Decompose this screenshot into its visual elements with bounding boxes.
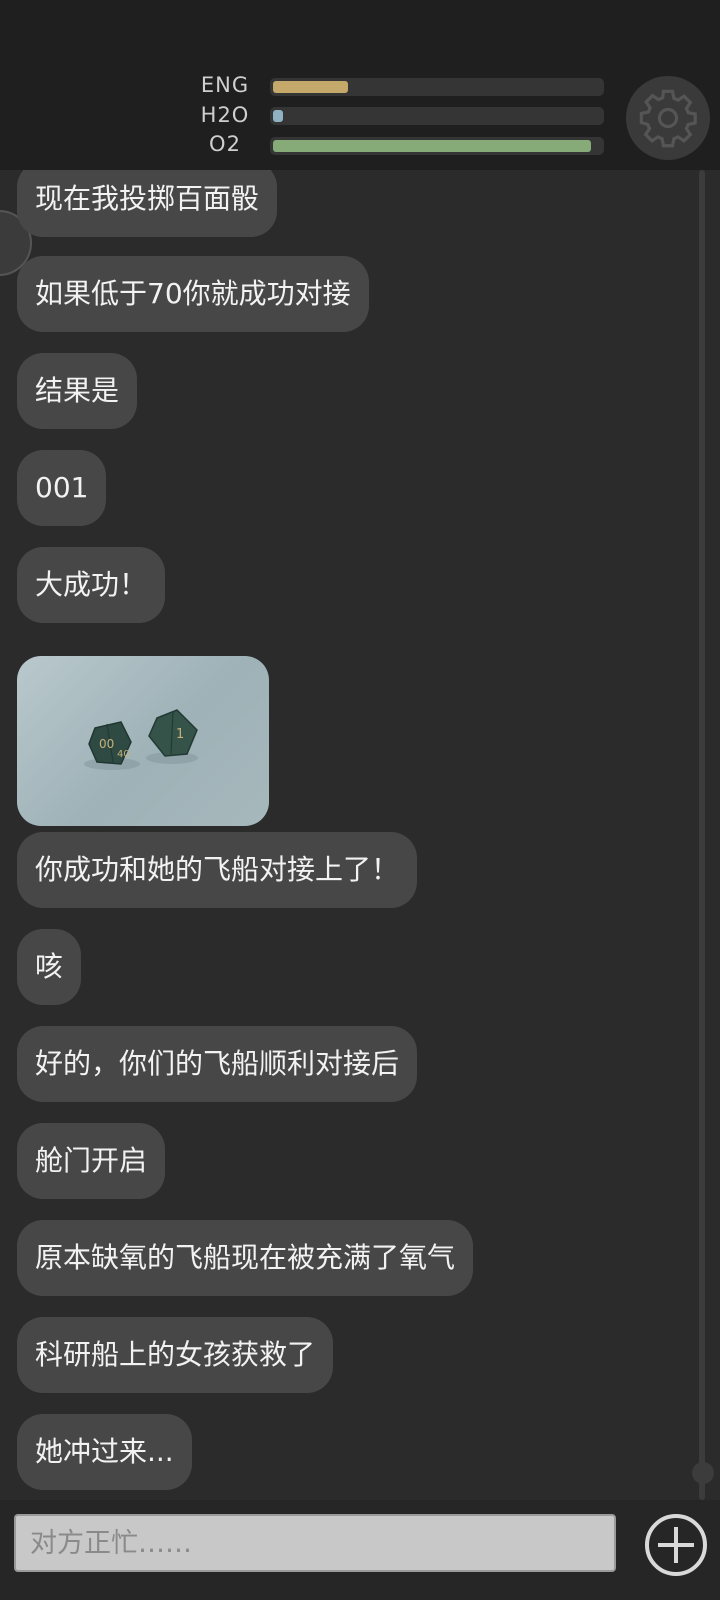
dice-label: 00 <box>99 737 114 751</box>
dice-label: 40 <box>117 749 130 760</box>
h2o-bar <box>270 107 604 125</box>
add-button[interactable] <box>643 1512 709 1578</box>
chat-bubble: 她冲过来... <box>17 1414 192 1490</box>
status-header: ENG H2O O2 <box>0 0 720 170</box>
scrollbar-thumb[interactable] <box>692 1462 714 1484</box>
chat-bubble: 现在我投掷百面骰 <box>17 170 278 237</box>
h2o-bar-fill <box>273 110 283 122</box>
chat-bubble: 好的，你们的飞船顺利对接后 <box>17 1026 418 1102</box>
chat-bubble: 科研船上的女孩获救了 <box>17 1317 334 1393</box>
eng-label: ENG <box>200 73 250 97</box>
message-input[interactable] <box>14 1514 616 1572</box>
chat-bubble: 咳 <box>17 929 82 1005</box>
eng-bar <box>270 78 604 96</box>
input-bar <box>0 1500 720 1600</box>
dice-photo[interactable]: 00 40 1 <box>17 656 269 826</box>
settings-button[interactable] <box>626 76 710 160</box>
eng-bar-fill <box>273 81 348 93</box>
chat-bubble: 大成功！ <box>17 547 166 623</box>
plus-circle-icon <box>645 1514 707 1576</box>
chat-bubble: 你成功和她的飞船对接上了！ <box>17 832 418 908</box>
o2-label: O2 <box>209 132 241 156</box>
o2-bar <box>270 137 604 155</box>
chat-bubble: 001 <box>17 450 107 526</box>
chat-bubble: 原本缺氧的飞船现在被充满了氧气 <box>17 1220 474 1296</box>
chat-bubble: 舱门开启 <box>17 1123 166 1199</box>
scrollbar-track[interactable] <box>699 170 705 1500</box>
dice-label: 1 <box>176 727 184 742</box>
o2-bar-fill <box>273 140 591 152</box>
chat-bubble: 结果是 <box>17 353 138 429</box>
h2o-label: H2O <box>200 103 250 127</box>
gear-icon <box>639 89 697 148</box>
chat-bubble: 如果低于70你就成功对接 <box>17 256 369 332</box>
dice-image: 00 40 1 <box>84 709 198 770</box>
chat-area[interactable]: 现在我投掷百面骰 如果低于70你就成功对接 结果是 001 大成功！ 00 40… <box>0 170 720 1500</box>
